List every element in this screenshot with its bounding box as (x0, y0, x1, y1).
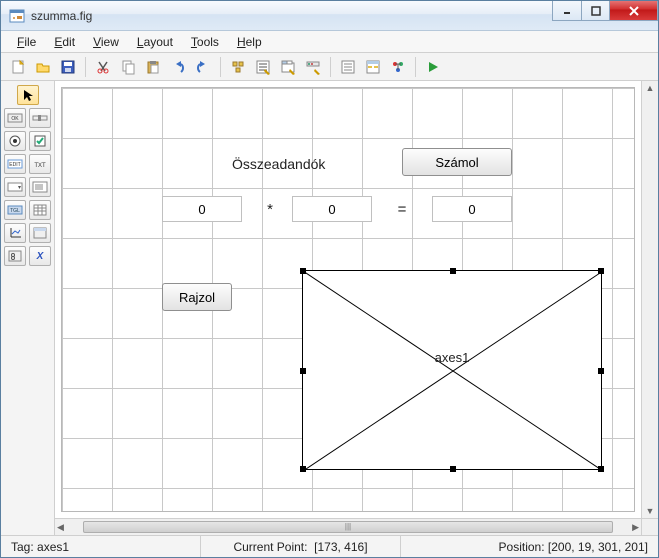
activex-tool-icon[interactable]: X (29, 246, 51, 266)
redo-icon[interactable] (192, 56, 214, 78)
axes-object[interactable]: axes1 (302, 270, 602, 470)
open-icon[interactable] (32, 56, 54, 78)
select-tool-icon[interactable] (17, 85, 39, 105)
slider-tool-icon[interactable] (29, 108, 51, 128)
svg-text:TXT: TXT (34, 163, 46, 169)
label-osszeadandok[interactable]: Összeadandók (232, 156, 325, 172)
operator-mult[interactable]: * (260, 196, 280, 222)
popup-menu-tool-icon[interactable] (4, 177, 26, 197)
result-field[interactable]: 0 (432, 196, 512, 222)
horizontal-scrollbar[interactable]: ◀ ||| ▶ (55, 518, 641, 535)
toggle-button-tool-icon[interactable]: TGL (4, 200, 26, 220)
save-icon[interactable] (57, 56, 79, 78)
compute-button[interactable]: Számol (402, 148, 512, 176)
draw-button[interactable]: Rajzol (162, 283, 232, 311)
menu-tools[interactable]: Tools (183, 33, 227, 51)
window-title: szumma.fig (31, 9, 552, 23)
menu-file[interactable]: File (9, 33, 44, 51)
operator-eq[interactable]: = (392, 196, 412, 222)
radio-button-tool-icon[interactable] (4, 131, 26, 151)
menu-layout[interactable]: Layout (129, 33, 181, 51)
app-icon (9, 8, 25, 24)
mfile-editor-icon[interactable] (337, 56, 359, 78)
menubar: File Edit View Layout Tools Help (1, 31, 658, 53)
scroll-down-icon[interactable]: ▼ (646, 506, 655, 516)
svg-text:TGL: TGL (10, 208, 20, 214)
scroll-thumb[interactable]: ||| (83, 521, 613, 533)
axes-label: axes1 (303, 350, 601, 365)
maximize-button[interactable] (582, 1, 610, 21)
object-browser-icon[interactable] (387, 56, 409, 78)
checkbox-tool-icon[interactable] (29, 131, 51, 151)
close-button[interactable] (610, 1, 658, 21)
scroll-right-icon[interactable]: ▶ (632, 522, 639, 533)
panel-tool-icon[interactable] (29, 223, 51, 243)
status-current-point: Current Point: [173, 416] (201, 536, 401, 557)
copy-icon[interactable] (117, 56, 139, 78)
menu-editor-icon[interactable] (252, 56, 274, 78)
layout-grid: Összeadandók Számol 0 * 0 = 0 Rajzol axe… (61, 87, 635, 512)
menu-edit[interactable]: Edit (46, 33, 83, 51)
tab-order-editor-icon[interactable] (277, 56, 299, 78)
paste-icon[interactable] (142, 56, 164, 78)
scroll-up-icon[interactable]: ▲ (646, 83, 655, 93)
table-tool-icon[interactable] (29, 200, 51, 220)
scroll-corner (641, 518, 658, 535)
run-icon[interactable] (422, 56, 444, 78)
svg-text:OK: OK (11, 116, 19, 122)
minimize-button[interactable] (552, 1, 582, 21)
menu-help[interactable]: Help (229, 33, 270, 51)
button-group-tool-icon[interactable] (4, 246, 26, 266)
menu-view[interactable]: View (85, 33, 127, 51)
property-inspector-icon[interactable] (362, 56, 384, 78)
new-icon[interactable] (7, 56, 29, 78)
statusbar: Tag: axes1 Current Point: [173, 416] Pos… (1, 535, 658, 557)
edit-text-tool-icon[interactable]: EDIT (4, 154, 26, 174)
toolbar-editor-icon[interactable] (302, 56, 324, 78)
vertical-scrollbar[interactable]: ▲ ▼ (641, 81, 658, 518)
align-icon[interactable] (227, 56, 249, 78)
scroll-left-icon[interactable]: ◀ (57, 522, 64, 533)
app-window: szumma.fig File Edit View Layout Tools H… (0, 0, 659, 558)
listbox-tool-icon[interactable] (29, 177, 51, 197)
design-canvas[interactable]: Összeadandók Számol 0 * 0 = 0 Rajzol axe… (55, 81, 658, 535)
component-palette: OK EDIT TXT TGL (1, 81, 55, 535)
push-button-tool-icon[interactable]: OK (4, 108, 26, 128)
toolbar (1, 53, 658, 81)
input2-field[interactable]: 0 (292, 196, 372, 222)
axes-tool-icon[interactable] (4, 223, 26, 243)
input1-field[interactable]: 0 (162, 196, 242, 222)
status-position: Position: [200, 19, 301, 201] (401, 536, 658, 557)
svg-text:X: X (36, 251, 45, 262)
status-tag: Tag: axes1 (1, 536, 201, 557)
cut-icon[interactable] (92, 56, 114, 78)
svg-text:EDIT: EDIT (9, 162, 20, 168)
static-text-tool-icon[interactable]: TXT (29, 154, 51, 174)
titlebar: szumma.fig (1, 1, 658, 31)
undo-icon[interactable] (167, 56, 189, 78)
